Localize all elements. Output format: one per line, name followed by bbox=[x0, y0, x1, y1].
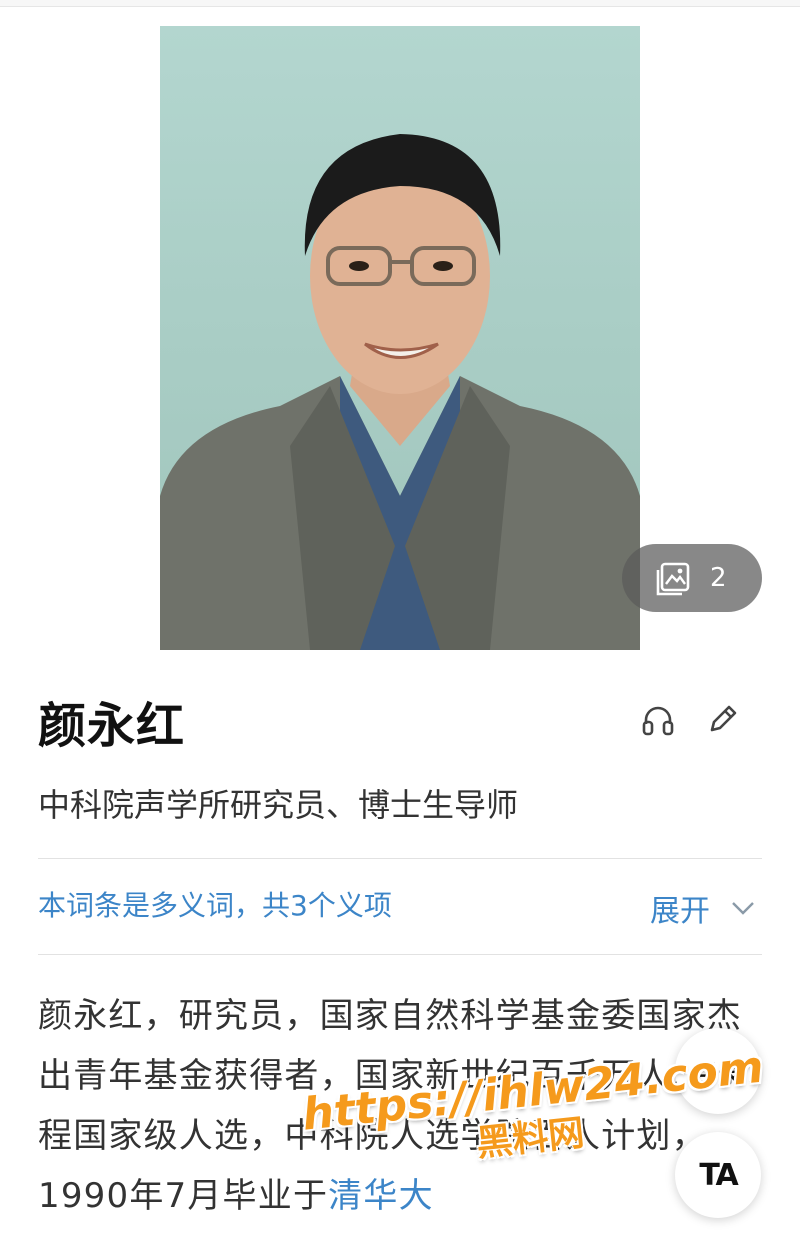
toc-label: 目录 bbox=[694, 1059, 742, 1088]
profile-photo[interactable] bbox=[160, 26, 640, 650]
table-of-contents-button[interactable]: 目录 bbox=[675, 1028, 761, 1114]
gallery-icon bbox=[656, 562, 690, 596]
page-title: 颜永红 bbox=[38, 698, 186, 754]
title-actions bbox=[640, 702, 740, 738]
font-size-button[interactable]: TA bbox=[675, 1132, 761, 1218]
summary-paragraph: 颜永红，研究员，国家自然科学基金委国家杰出青年基金获得者，国家新世纪百千万人才工… bbox=[38, 986, 762, 1226]
divider bbox=[38, 858, 762, 859]
expand-label: 展开 bbox=[650, 894, 710, 929]
page: 2 颜永红 中科院声学所研究员、博士生导师 本词条是多义词，共3个义项 展开 颜… bbox=[0, 0, 800, 1239]
top-bar-edge bbox=[0, 0, 800, 7]
gallery-count-badge[interactable]: 2 bbox=[622, 544, 762, 612]
gallery-count: 2 bbox=[710, 563, 727, 593]
summary-link[interactable]: 清华大 bbox=[328, 1176, 434, 1216]
pencil-icon[interactable] bbox=[704, 702, 740, 738]
page-subtitle: 中科院声学所研究员、博士生导师 bbox=[38, 786, 519, 824]
chevron-down-icon bbox=[732, 902, 754, 915]
polysemy-note[interactable]: 本词条是多义词，共3个义项 bbox=[38, 884, 392, 924]
font-size-label: TA bbox=[699, 1157, 738, 1193]
headphones-icon[interactable] bbox=[640, 702, 676, 738]
portrait-illustration bbox=[160, 26, 640, 650]
expand-button[interactable]: 展开 bbox=[650, 886, 756, 930]
divider bbox=[38, 954, 762, 955]
